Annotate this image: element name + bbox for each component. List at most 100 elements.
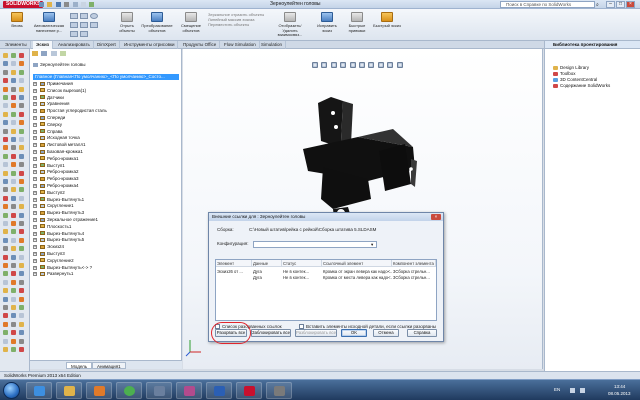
taskbar-media-icon[interactable] (86, 382, 112, 399)
tree-item[interactable]: + Ребро-кромка3 (33, 176, 78, 182)
tool-icon[interactable] (11, 95, 16, 100)
tool-icon[interactable] (11, 288, 16, 294)
language-indicator[interactable]: EN (554, 387, 560, 392)
tool-icon[interactable] (3, 78, 8, 84)
tool-icon[interactable] (3, 229, 8, 235)
taskbar-word-icon[interactable] (206, 382, 232, 399)
tool-icon[interactable] (11, 162, 16, 168)
tool-icon[interactable] (11, 137, 16, 142)
expand-icon[interactable]: + (33, 156, 37, 161)
table-cell[interactable]: Дуга (252, 275, 282, 281)
quick-access-toolbar[interactable] (38, 1, 98, 16)
tool-icon[interactable] (11, 179, 16, 184)
circle-icon[interactable] (90, 13, 98, 19)
taskbar-chrome-icon[interactable] (116, 382, 142, 399)
tool-icon[interactable] (11, 347, 16, 352)
rebuild-icon[interactable] (89, 2, 95, 7)
spline-icon[interactable] (90, 22, 98, 28)
tool-icon[interactable] (3, 103, 8, 109)
tool-icon[interactable] (19, 153, 24, 159)
tree-item[interactable]: + Вырез-Вытянуть5 (33, 237, 84, 243)
taskbar-app-icon[interactable] (176, 382, 202, 399)
tool-icon[interactable] (11, 237, 16, 243)
tool-icon[interactable] (11, 212, 16, 218)
point-icon[interactable] (70, 31, 78, 37)
dialog-close-button[interactable]: × (431, 214, 441, 220)
tree-item[interactable]: + Примечания (33, 81, 73, 87)
tool-icon[interactable] (3, 170, 8, 176)
tree-item[interactable]: + Список вырезов(1) (33, 88, 86, 94)
table-cell[interactable]: Кромка от места левера как надо<... (322, 275, 392, 281)
tool-icon[interactable] (3, 162, 8, 168)
tree-item[interactable]: + Простая углеродистая сталь (33, 108, 107, 114)
expand-icon[interactable]: + (33, 238, 37, 243)
tree-item[interactable]: + Зеркальное отражение1 (33, 217, 98, 223)
network-icon[interactable] (570, 388, 575, 393)
tool-icon[interactable] (19, 347, 24, 352)
expand-icon[interactable]: + (33, 218, 37, 222)
tool-icon[interactable] (11, 103, 16, 109)
tool-icon[interactable] (19, 162, 24, 168)
hide-show-items-icon[interactable] (368, 62, 375, 68)
clock-time[interactable]: 13:44 (614, 384, 625, 389)
property-tab-icon[interactable] (41, 51, 48, 56)
zoom-area-icon[interactable] (321, 62, 328, 68)
tool-icon[interactable] (3, 296, 8, 302)
tree-item[interactable]: + Вырез-Вытянуть3 (33, 210, 84, 216)
start-button[interactable] (3, 382, 20, 399)
tree-header[interactable]: Зерноулейтен головы (33, 62, 85, 68)
tab-sketch[interactable]: Эскиз (33, 41, 53, 49)
view-orientation-icon[interactable] (349, 62, 356, 68)
column-header[interactable]: Ссылочный элемент (322, 260, 392, 267)
tool-icon[interactable] (19, 78, 24, 84)
tool-icon[interactable] (19, 103, 24, 109)
tool-icon[interactable] (3, 263, 8, 268)
tool-icon[interactable] (11, 279, 16, 285)
tool-icon[interactable] (11, 296, 16, 302)
tool-icon[interactable] (19, 305, 24, 310)
expand-icon[interactable]: + (33, 129, 37, 134)
tool-icon[interactable] (3, 179, 8, 184)
expand-icon[interactable]: + (33, 245, 37, 250)
tool-icon[interactable] (19, 271, 24, 277)
rectangle-icon[interactable] (80, 13, 88, 19)
taskbar-ie-icon[interactable] (26, 382, 52, 399)
tree-item[interactable]: + Спереди (33, 115, 65, 121)
tool-icon[interactable] (3, 221, 8, 226)
tool-icon[interactable] (11, 229, 16, 235)
tree-item[interactable]: + Справа (33, 129, 63, 135)
new-icon[interactable] (39, 2, 44, 7)
arc-icon[interactable] (80, 22, 88, 28)
tool-icon[interactable] (19, 221, 24, 226)
tool-icon[interactable] (19, 145, 24, 151)
tool-icon[interactable] (19, 86, 24, 92)
tree-item[interactable]: + Скругление1 (33, 203, 74, 209)
tool-icon[interactable] (3, 145, 8, 151)
expand-icon[interactable]: + (33, 224, 37, 229)
expand-icon[interactable]: + (33, 204, 37, 209)
tool-icon[interactable] (3, 212, 8, 218)
tree-item[interactable]: + Вырез-Вытянуть4 (33, 231, 84, 237)
task-item-solidworks-content[interactable]: Содержание SolidWorks (553, 83, 610, 89)
config-tab-icon[interactable] (50, 51, 57, 56)
tool-icon[interactable] (3, 254, 8, 260)
tool-icon[interactable] (19, 288, 24, 294)
tool-icon[interactable] (11, 78, 16, 84)
tool-icon[interactable] (11, 170, 16, 176)
undo-icon[interactable] (72, 2, 78, 7)
tool-icon[interactable] (19, 120, 24, 126)
expand-icon[interactable]: + (33, 231, 37, 236)
tool-icon[interactable] (3, 279, 8, 285)
tool-icon[interactable] (19, 254, 24, 260)
tree-item[interactable]: + Уравнения (33, 101, 69, 107)
tree-item[interactable]: + Плоскость1 (33, 224, 71, 230)
taskbar-explorer-icon[interactable] (56, 382, 82, 399)
tree-item[interactable]: + Эскиз24 (33, 244, 64, 250)
tab-render-tools[interactable]: Инструменты отрисовки (121, 41, 179, 49)
sketch-entities-group[interactable] (68, 11, 110, 39)
tree-item[interactable]: + Вырез-Вытянуть1 (33, 197, 84, 203)
expand-icon[interactable]: + (33, 184, 37, 188)
unlock-all-button[interactable]: Разблокировать все (295, 329, 337, 337)
tree-item[interactable]: + Ребро-кромка2 (33, 169, 78, 175)
expand-icon[interactable]: + (33, 211, 37, 216)
